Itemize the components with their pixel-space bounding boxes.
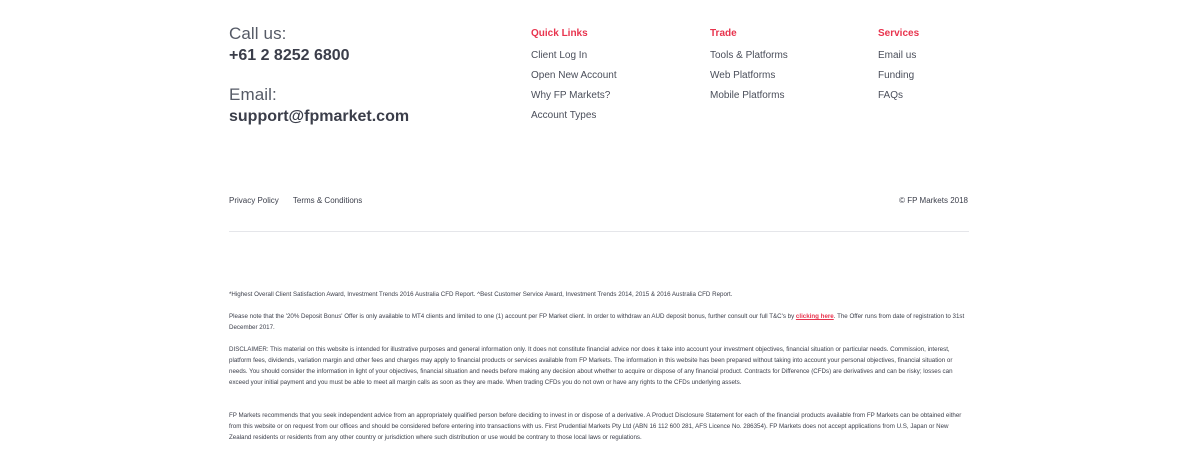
email-address[interactable]: support@fpmarket.com	[229, 108, 409, 126]
link-account-types[interactable]: Account Types	[531, 106, 617, 126]
legal-links: Privacy Policy Terms & Conditions	[229, 196, 374, 205]
bonus-text-before: Please note that the '20% Deposit Bonus'…	[229, 313, 796, 320]
link-mobile-platforms[interactable]: Mobile Platforms	[710, 86, 788, 106]
trade-column: Trade Tools & Platforms Web Platforms Mo…	[710, 28, 788, 106]
services-title: Services	[878, 28, 920, 39]
bonus-note: Please note that the '20% Deposit Bonus'…	[229, 311, 969, 333]
link-funding[interactable]: Funding	[878, 66, 919, 86]
email-block: Email: support@fpmarket.com	[229, 85, 409, 126]
privacy-policy-link[interactable]: Privacy Policy	[229, 196, 279, 205]
link-tools-platforms[interactable]: Tools & Platforms	[710, 46, 788, 66]
quick-links-title: Quick Links	[531, 28, 588, 39]
terms-conditions-link[interactable]: Terms & Conditions	[293, 196, 362, 205]
trade-title: Trade	[710, 28, 737, 39]
footer-divider	[229, 231, 969, 232]
call-us-block: Call us: +61 2 8252 6800	[229, 24, 350, 65]
link-why-fp-markets[interactable]: Why FP Markets?	[531, 86, 617, 106]
link-open-new-account[interactable]: Open New Account	[531, 66, 617, 86]
link-email-us[interactable]: Email us	[878, 46, 919, 66]
copyright-text: © FP Markets 2018	[899, 196, 968, 205]
call-us-label: Call us:	[229, 24, 287, 43]
pds-text: FP Markets recommends that you seek inde…	[229, 412, 962, 441]
clicking-here-link[interactable]: clicking here	[796, 313, 834, 320]
email-label: Email:	[229, 85, 277, 104]
link-faqs[interactable]: FAQs	[878, 86, 919, 106]
services-column: Services Email us Funding FAQs	[878, 28, 919, 106]
link-web-platforms[interactable]: Web Platforms	[710, 66, 788, 86]
quick-links-column: Quick Links Client Log In Open New Accou…	[531, 28, 617, 126]
awards-note: *Highest Overall Client Satisfaction Awa…	[229, 291, 733, 298]
phone-number[interactable]: +61 2 8252 6800	[229, 47, 350, 65]
disclaimer-text: DISCLAIMER: This material on this websit…	[229, 346, 953, 386]
link-client-log-in[interactable]: Client Log In	[531, 46, 617, 66]
